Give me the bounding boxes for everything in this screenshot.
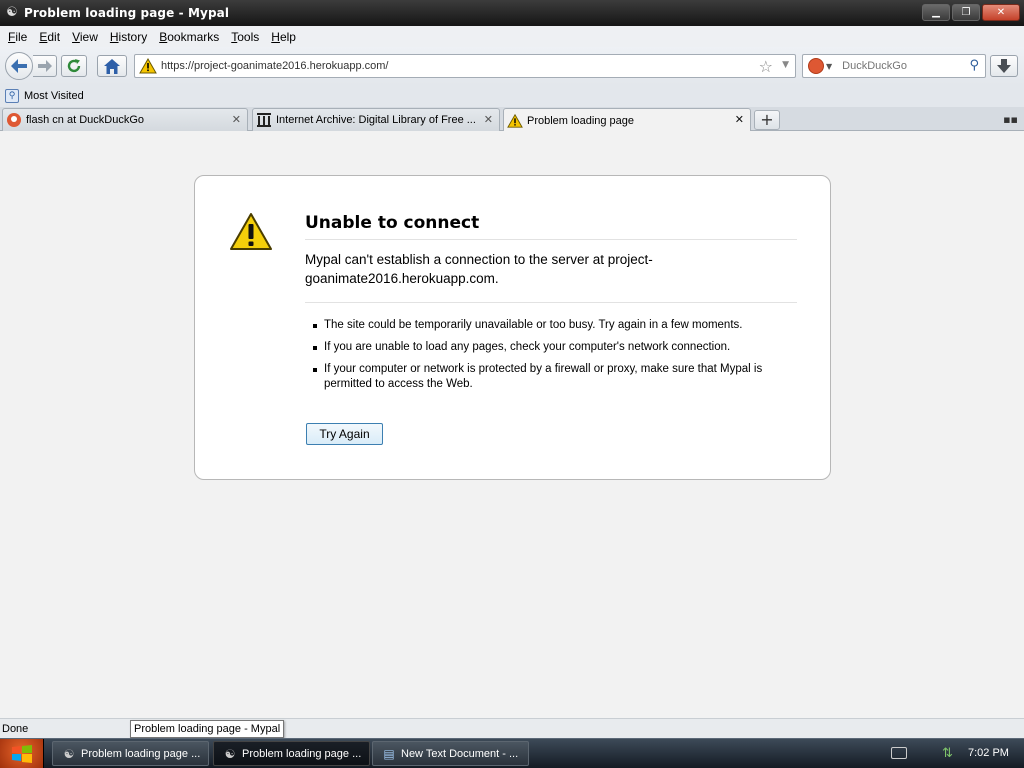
forward-button[interactable] [33,55,57,77]
duckduckgo-icon [7,113,21,127]
url-text[interactable]: https://project-goanimate2016.herokuapp.… [161,60,388,72]
start-button[interactable] [0,739,44,768]
menu-mnemonic: V [72,29,80,44]
menu-tools[interactable]: Tools [227,30,267,44]
mypal-icon: ☯ [224,746,236,761]
tab-duckduckgo[interactable]: flash cn at DuckDuckGo ✕ [2,108,248,131]
list-item: If you are unable to load any pages, che… [313,340,783,355]
menu-edit[interactable]: Edit [35,30,68,44]
new-tab-button[interactable]: + [754,110,780,130]
internet-archive-icon [257,113,271,127]
taskbar-item-label: New Text Document - ... [401,747,519,760]
bookmark-most-visited[interactable]: Most Visited [24,90,84,102]
tab-internet-archive[interactable]: Internet Archive: Digital Library of Fre… [252,108,500,131]
list-item: If your computer or network is protected… [313,362,783,392]
navigation-toolbar: https://project-goanimate2016.herokuapp.… [0,47,1024,85]
taskbar-item-mypal-2[interactable]: ☯ Problem loading page ... [213,741,370,766]
close-window-button[interactable]: ✕ [982,4,1020,21]
tab-strip: flash cn at DuckDuckGo ✕ Internet Archiv… [0,107,1024,132]
taskbar-item-mypal-1[interactable]: ☯ Problem loading page ... [52,741,209,766]
menu-mnemonic: E [39,29,48,44]
menu-mnemonic: F [8,29,16,44]
close-tab-icon[interactable]: ✕ [232,113,241,126]
window-controls: ▁ ❐ ✕ [922,4,1020,21]
taskbar-item-notepad[interactable]: ▤ New Text Document - ... [372,741,529,766]
error-suggestions: The site could be temporarily unavailabl… [313,318,783,399]
list-item: The site could be temporarily unavailabl… [313,318,783,333]
network-icon[interactable]: ⇅ [942,746,958,762]
window-title: Problem loading page - Mypal [24,6,230,20]
status-text: Done [2,722,29,735]
restore-button[interactable]: ❐ [952,4,980,21]
menu-mnemonic: B [159,29,168,44]
menu-help[interactable]: Help [267,30,304,44]
mypal-icon: ☯ [63,746,75,761]
try-again-button[interactable]: Try Again [306,423,383,445]
duckduckgo-icon[interactable] [808,58,824,74]
close-tab-icon[interactable]: ✕ [484,113,493,126]
search-input[interactable] [842,60,963,72]
warning-icon [230,213,272,250]
most-visited-icon: ⚲ [5,89,19,103]
windows-logo-icon [11,745,32,763]
menu-bookmarks[interactable]: Bookmarks [155,30,227,44]
warning-icon [139,58,157,74]
reload-icon [67,59,81,73]
menu-bar: File Edit View History Bookmarks Tools H… [0,26,1024,47]
menu-history[interactable]: History [106,30,155,44]
back-button[interactable] [5,52,33,80]
taskbar-item-label: Problem loading page ... [242,747,362,760]
home-icon [104,58,120,74]
close-tab-icon[interactable]: ✕ [735,113,744,126]
page-content: Unable to connect Mypal can't establish … [0,131,1024,718]
taskbar-item-label: Problem loading page ... [81,747,201,760]
search-icon[interactable]: ⚲ [969,58,979,73]
menu-mnemonic: H [271,29,280,44]
list-all-tabs-icon[interactable]: ▪▪ [1003,113,1018,126]
address-bar[interactable]: https://project-goanimate2016.herokuapp.… [134,54,796,78]
download-arrow-icon [997,59,1011,73]
menu-mnemonic: T [231,29,238,44]
tab-problem-loading[interactable]: Problem loading page ✕ [503,108,751,132]
tab-label: Internet Archive: Digital Library of Fre… [276,114,476,126]
warning-icon [507,113,523,128]
search-engine-dropdown-icon[interactable]: ▼ [826,62,832,71]
downloads-button[interactable] [990,55,1018,77]
home-button[interactable] [97,55,127,77]
clock[interactable]: 7:02 PM [968,747,1009,759]
menu-mnemonic: H [109,29,119,44]
reload-button[interactable] [61,55,87,77]
minimize-button[interactable]: ▁ [922,4,950,21]
bookmark-star-icon[interactable]: ☆ [759,57,773,76]
notepad-icon: ▤ [383,746,395,761]
tab-label: Problem loading page [527,114,635,127]
error-container: Unable to connect Mypal can't establish … [194,175,831,480]
menu-file[interactable]: File [4,30,35,44]
taskbar: ☯ Problem loading page ... ☯ Problem loa… [0,738,1024,768]
window-titlebar: ☯ Problem loading page - Mypal ▁ ❐ ✕ [0,0,1024,26]
back-arrow-icon [11,59,27,73]
tooltip: Problem loading page - Mypal [130,720,285,738]
keyboard-icon[interactable] [891,747,907,759]
bookmarks-toolbar: ⚲ Most Visited [0,85,1024,107]
forward-arrow-icon [37,60,52,72]
mypal-app-icon: ☯ [6,5,18,20]
error-description: Mypal can't establish a connection to th… [305,250,797,303]
url-history-dropdown-icon[interactable]: ▼ [782,60,789,70]
search-bar[interactable]: ▼ ⚲ [802,54,986,78]
menu-view[interactable]: View [68,30,106,44]
error-title: Unable to connect [305,213,797,240]
tab-label: flash cn at DuckDuckGo [26,114,144,126]
